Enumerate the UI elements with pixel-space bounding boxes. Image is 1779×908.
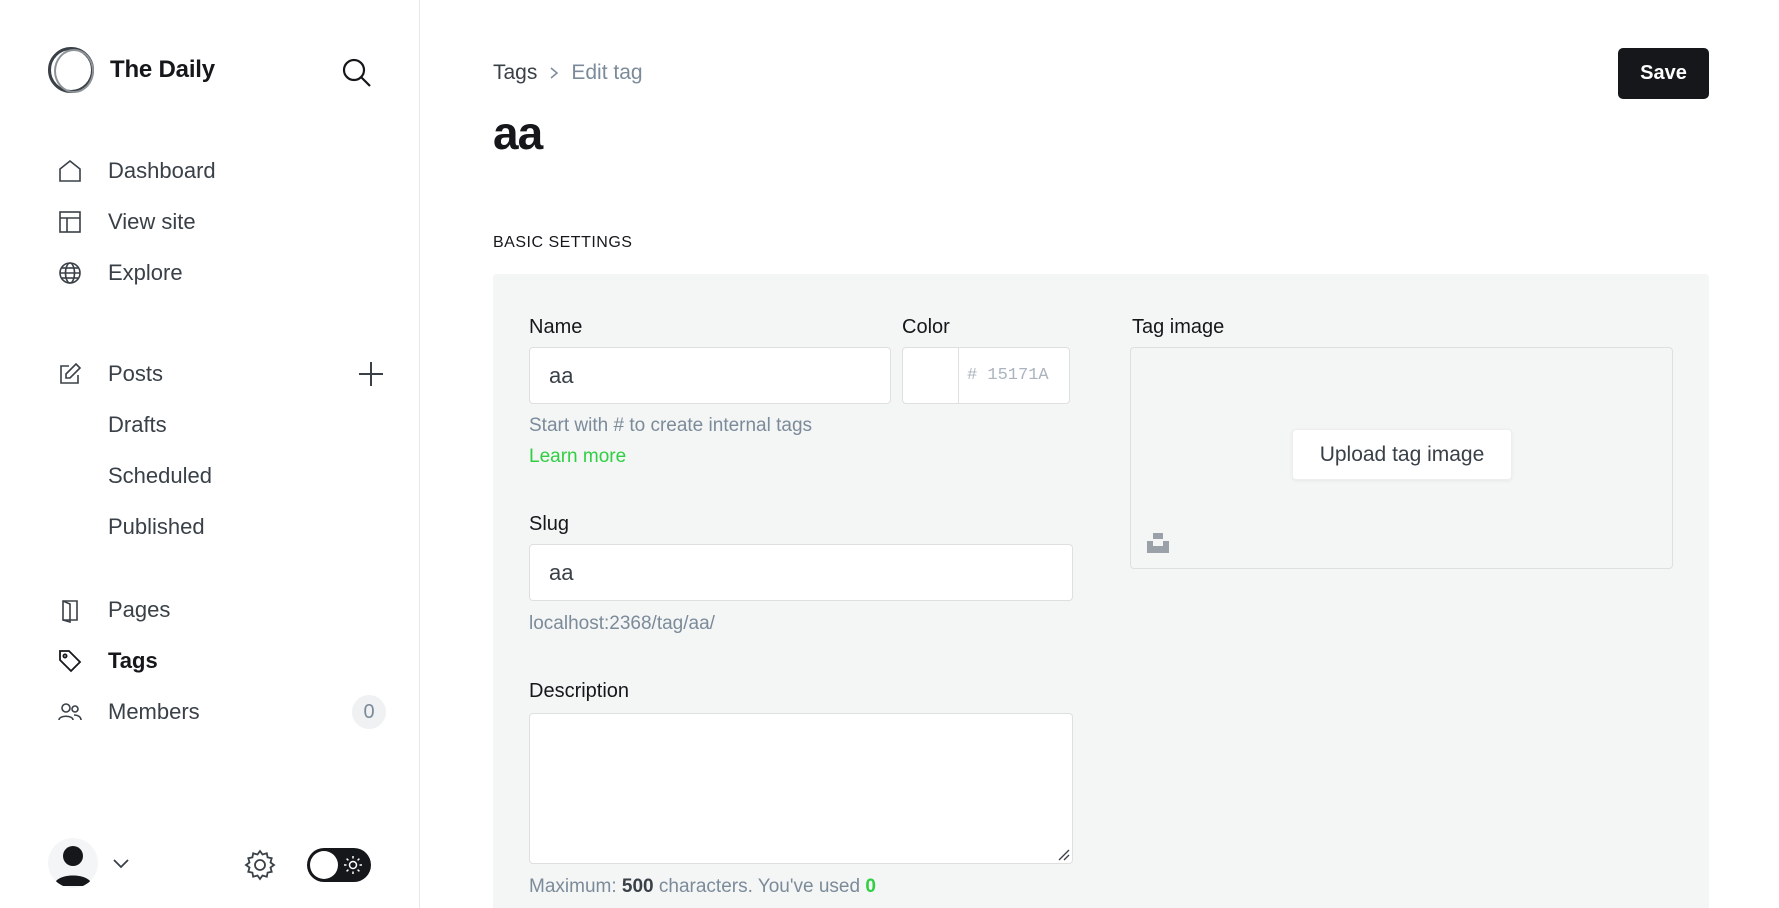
- sidebar-item-label: Tags: [108, 647, 158, 673]
- sidebar-item-label: Dashboard: [108, 157, 216, 183]
- resize-grip-icon[interactable]: [1056, 847, 1070, 861]
- avatar[interactable]: [48, 838, 98, 888]
- user-icon: [54, 846, 92, 886]
- theme-toggle[interactable]: [307, 848, 371, 882]
- color-label: Color: [902, 316, 950, 338]
- sidebar-item-posts[interactable]: Posts: [56, 348, 386, 399]
- slug-label: Slug: [529, 513, 570, 535]
- slug-input[interactable]: aa: [529, 544, 1073, 601]
- globe-icon: [56, 259, 84, 287]
- sidebar: The Daily Dashboard View site Explore Po…: [0, 0, 420, 908]
- layout-icon: [56, 208, 84, 236]
- chevron-down-icon[interactable]: [110, 852, 132, 874]
- breadcrumb-tags-link[interactable]: Tags: [493, 61, 537, 85]
- description-hint: Maximum: 500 characters. You've used 0: [529, 876, 876, 898]
- sidebar-item-explore[interactable]: Explore: [56, 247, 386, 298]
- sidebar-item-published[interactable]: Published: [56, 501, 386, 552]
- gear-icon[interactable]: [243, 848, 277, 882]
- name-hint: Start with # to create internal tags: [529, 415, 813, 436]
- color-field: # 15171A: [902, 347, 1070, 404]
- description-textarea[interactable]: [529, 713, 1073, 864]
- color-hex-input[interactable]: # 15171A: [959, 348, 1069, 403]
- sidebar-item-drafts[interactable]: Drafts: [56, 399, 386, 450]
- sidebar-item-label: Pages: [108, 596, 171, 622]
- slug-url: localhost:2368/tag/aa/: [529, 613, 715, 634]
- members-count-badge: 0: [352, 695, 386, 729]
- sidebar-item-label: Posts: [108, 360, 164, 386]
- desc-used-count: 0: [865, 876, 876, 897]
- sidebar-item-label: Members: [108, 698, 200, 724]
- sidebar-item-tags[interactable]: Tags: [56, 635, 386, 686]
- edit-icon: [56, 360, 84, 388]
- posts-nav: Posts Drafts Scheduled Published: [56, 348, 386, 552]
- home-icon: [56, 157, 84, 185]
- sidebar-item-label: Explore: [108, 259, 183, 285]
- basic-settings-panel: Name aa Start with # to create internal …: [493, 274, 1709, 908]
- color-swatch[interactable]: [903, 348, 959, 403]
- tag-image-dropzone[interactable]: Upload tag image: [1130, 347, 1673, 569]
- desc-max-prefix: Maximum:: [529, 876, 617, 897]
- content-nav: Pages Tags Members 0: [56, 584, 386, 737]
- brand-title: The Daily: [110, 56, 215, 83]
- members-icon: [56, 698, 84, 726]
- desc-max-suffix: characters. You've used: [658, 876, 861, 897]
- color-hex-placeholder: 15171A: [987, 366, 1049, 385]
- tag-image-label: Tag image: [1132, 316, 1225, 338]
- upload-tag-image-button[interactable]: Upload tag image: [1292, 429, 1512, 480]
- sidebar-item-pages[interactable]: Pages: [56, 584, 386, 635]
- sidebar-item-label: Scheduled: [108, 462, 212, 488]
- desc-max-value: 500: [621, 876, 654, 897]
- section-label: BASIC SETTINGS: [493, 234, 633, 251]
- save-button[interactable]: Save: [1618, 48, 1709, 99]
- primary-nav: Dashboard View site Explore: [56, 145, 386, 298]
- sidebar-item-view-site[interactable]: View site: [56, 196, 386, 247]
- brand-logo-icon: [48, 47, 94, 93]
- sidebar-item-label: Drafts: [108, 411, 167, 437]
- page-icon: [56, 596, 84, 624]
- sidebar-item-members[interactable]: Members 0: [56, 686, 386, 737]
- sidebar-item-scheduled[interactable]: Scheduled: [56, 450, 386, 501]
- hash-symbol: #: [967, 366, 978, 385]
- sidebar-item-dashboard[interactable]: Dashboard: [56, 145, 386, 196]
- unsplash-icon[interactable]: [1147, 531, 1169, 553]
- plus-icon[interactable]: [356, 359, 386, 389]
- breadcrumb: Tags Edit tag: [493, 61, 643, 85]
- description-label: Description: [529, 680, 630, 702]
- page-title: aa: [493, 107, 543, 159]
- search-icon[interactable]: [340, 56, 374, 90]
- breadcrumb-current: Edit tag: [571, 61, 643, 84]
- sidebar-footer: [48, 838, 378, 890]
- toggle-knob: [310, 851, 338, 879]
- name-input[interactable]: aa: [529, 347, 891, 404]
- tag-icon: [56, 647, 84, 675]
- sidebar-item-label: Published: [108, 513, 205, 539]
- brand[interactable]: The Daily: [48, 47, 215, 93]
- chevron-right-icon: [550, 67, 559, 79]
- sun-icon: [344, 856, 362, 874]
- sidebar-item-label: View site: [108, 208, 196, 234]
- main-content: Tags Edit tag aa Save BASIC SETTINGS Nam…: [420, 0, 1779, 908]
- learn-more-link[interactable]: Learn more: [529, 446, 626, 468]
- name-label: Name: [529, 316, 583, 338]
